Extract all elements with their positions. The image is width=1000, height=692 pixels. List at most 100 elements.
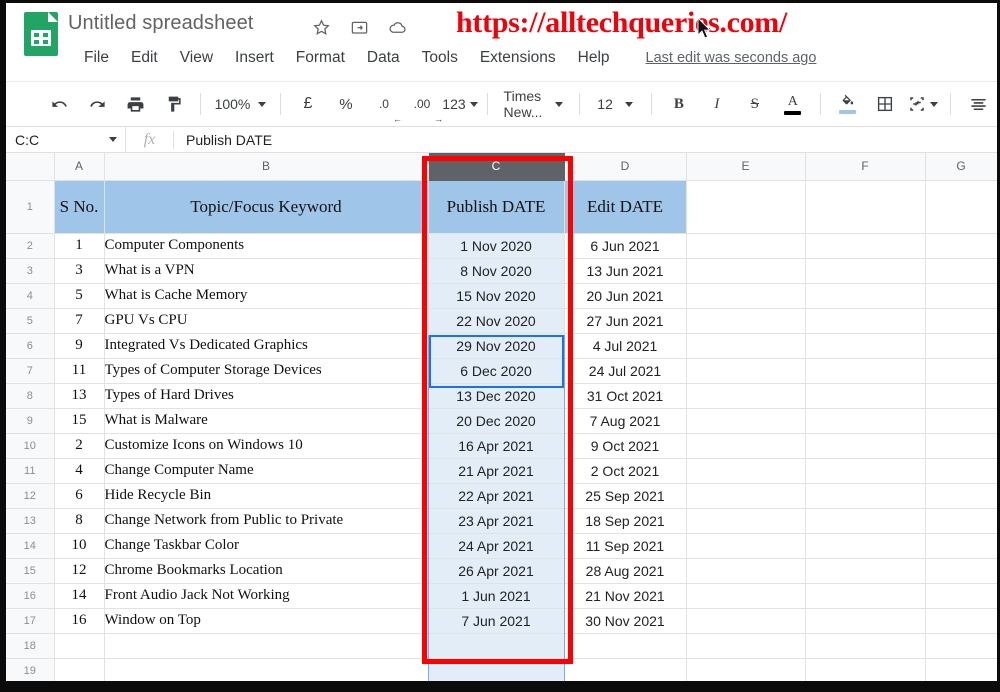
row-header-2[interactable]: 2 xyxy=(6,232,55,259)
row-header-17[interactable]: 17 xyxy=(6,607,55,634)
select-all-corner[interactable] xyxy=(6,153,55,181)
cell-e8[interactable] xyxy=(685,382,806,409)
cell-d3[interactable]: 13 Jun 2021 xyxy=(563,257,687,284)
cell-b4[interactable]: What is Cache Memory xyxy=(103,282,429,309)
row-header-9[interactable]: 9 xyxy=(6,407,55,434)
cell-a16[interactable]: 14 xyxy=(53,582,105,609)
row-header-18[interactable]: 18 xyxy=(6,632,55,659)
cell-a3[interactable]: 3 xyxy=(53,257,105,284)
cell-f8[interactable] xyxy=(804,382,926,409)
cell-c18[interactable] xyxy=(427,632,565,659)
cell-b6[interactable]: Integrated Vs Dedicated Graphics xyxy=(103,332,429,359)
cell-c16[interactable]: 1 Jun 2021 xyxy=(427,582,565,609)
cell-d4[interactable]: 20 Jun 2021 xyxy=(563,282,687,309)
paint-format-icon[interactable] xyxy=(158,89,188,119)
cell-a17[interactable]: 16 xyxy=(53,607,105,634)
name-box[interactable]: C:C xyxy=(6,127,126,152)
cell-d14[interactable]: 11 Sep 2021 xyxy=(563,532,687,559)
move-to-folder-icon[interactable] xyxy=(350,18,369,37)
cell-f2[interactable] xyxy=(804,232,926,259)
google-sheets-icon[interactable] xyxy=(24,12,58,56)
cell-e19[interactable] xyxy=(685,657,806,684)
menu-item-extensions[interactable]: Extensions xyxy=(480,49,556,67)
cell-e17[interactable] xyxy=(685,607,806,634)
cell-f13[interactable] xyxy=(804,507,926,534)
cell-b15[interactable]: Chrome Bookmarks Location xyxy=(103,557,429,584)
cell-e7[interactable] xyxy=(685,357,806,384)
cell-c15[interactable]: 26 Apr 2021 xyxy=(427,557,565,584)
formula-input[interactable]: Publish DATE xyxy=(174,132,272,148)
cell-f6[interactable] xyxy=(804,332,926,359)
cell-g3[interactable] xyxy=(924,257,997,284)
cell-f4[interactable] xyxy=(804,282,926,309)
cell-g4[interactable] xyxy=(924,282,997,309)
cell-e11[interactable] xyxy=(685,457,806,484)
cell-f11[interactable] xyxy=(804,457,926,484)
column-header-f[interactable]: F xyxy=(804,153,926,181)
column-header-e[interactable]: E xyxy=(685,153,806,181)
cell-d2[interactable]: 6 Jun 2021 xyxy=(563,232,687,259)
cell-g2[interactable] xyxy=(924,232,997,259)
cell-a6[interactable]: 9 xyxy=(53,332,105,359)
cell-e6[interactable] xyxy=(685,332,806,359)
menu-item-data[interactable]: Data xyxy=(367,49,400,67)
cell-a18[interactable] xyxy=(53,632,105,659)
cell-b11[interactable]: Change Computer Name xyxy=(103,457,429,484)
menu-item-insert[interactable]: Insert xyxy=(235,49,274,67)
cell-d13[interactable]: 18 Sep 2021 xyxy=(563,507,687,534)
row-header-11[interactable]: 11 xyxy=(6,457,55,484)
cell-g19[interactable] xyxy=(924,657,997,684)
cell-e4[interactable] xyxy=(685,282,806,309)
cell-d15[interactable]: 28 Aug 2021 xyxy=(563,557,687,584)
row-header-14[interactable]: 14 xyxy=(6,532,55,559)
cell-d11[interactable]: 2 Oct 2021 xyxy=(563,457,687,484)
cell-d6[interactable]: 4 Jul 2021 xyxy=(563,332,687,359)
bold-button[interactable]: B xyxy=(664,89,694,119)
cell-a2[interactable]: 1 xyxy=(53,232,105,259)
cell-f18[interactable] xyxy=(804,632,926,659)
cell-b2[interactable]: Computer Components xyxy=(103,232,429,259)
cell-d1[interactable]: Edit DATE xyxy=(563,179,687,234)
column-header-c[interactable]: C xyxy=(427,153,565,181)
row-header-10[interactable]: 10 xyxy=(6,432,55,459)
increase-decimal-button[interactable]: .00 xyxy=(407,89,443,124)
cell-g7[interactable] xyxy=(924,357,997,384)
row-header-6[interactable]: 6 xyxy=(6,332,55,359)
cell-e1[interactable] xyxy=(685,179,806,234)
cell-e10[interactable] xyxy=(685,432,806,459)
cell-e15[interactable] xyxy=(685,557,806,584)
cell-e16[interactable] xyxy=(685,582,806,609)
cell-g11[interactable] xyxy=(924,457,997,484)
cell-e3[interactable] xyxy=(685,257,806,284)
cell-c6[interactable]: 29 Nov 2020 xyxy=(427,332,565,359)
cell-b1[interactable]: Topic/Focus Keyword xyxy=(103,179,429,234)
cell-a9[interactable]: 15 xyxy=(53,407,105,434)
menu-item-edit[interactable]: Edit xyxy=(131,49,158,67)
cell-f15[interactable] xyxy=(804,557,926,584)
italic-button[interactable]: I xyxy=(702,89,732,119)
cell-e9[interactable] xyxy=(685,407,806,434)
cell-f3[interactable] xyxy=(804,257,926,284)
cell-e18[interactable] xyxy=(685,632,806,659)
cell-b17[interactable]: Window on Top xyxy=(103,607,429,634)
number-format-select[interactable]: 123 xyxy=(442,89,478,119)
cell-b10[interactable]: Customize Icons on Windows 10 xyxy=(103,432,429,459)
cell-c7[interactable]: 6 Dec 2020 xyxy=(427,357,565,384)
cell-a5[interactable]: 7 xyxy=(53,307,105,334)
fill-color-icon[interactable] xyxy=(832,89,862,119)
cell-f12[interactable] xyxy=(804,482,926,509)
cell-a4[interactable]: 5 xyxy=(53,282,105,309)
cell-b5[interactable]: GPU Vs CPU xyxy=(103,307,429,334)
cell-d19[interactable] xyxy=(563,657,687,684)
zoom-select[interactable]: 100% xyxy=(209,96,273,112)
cell-g12[interactable] xyxy=(924,482,997,509)
menu-item-help[interactable]: Help xyxy=(578,49,610,67)
cell-c5[interactable]: 22 Nov 2020 xyxy=(427,307,565,334)
cell-c17[interactable]: 7 Jun 2021 xyxy=(427,607,565,634)
cell-b16[interactable]: Front Audio Jack Not Working xyxy=(103,582,429,609)
cell-e13[interactable] xyxy=(685,507,806,534)
cell-g15[interactable] xyxy=(924,557,997,584)
row-header-5[interactable]: 5 xyxy=(6,307,55,334)
cell-g14[interactable] xyxy=(924,532,997,559)
row-header-4[interactable]: 4 xyxy=(6,282,55,309)
